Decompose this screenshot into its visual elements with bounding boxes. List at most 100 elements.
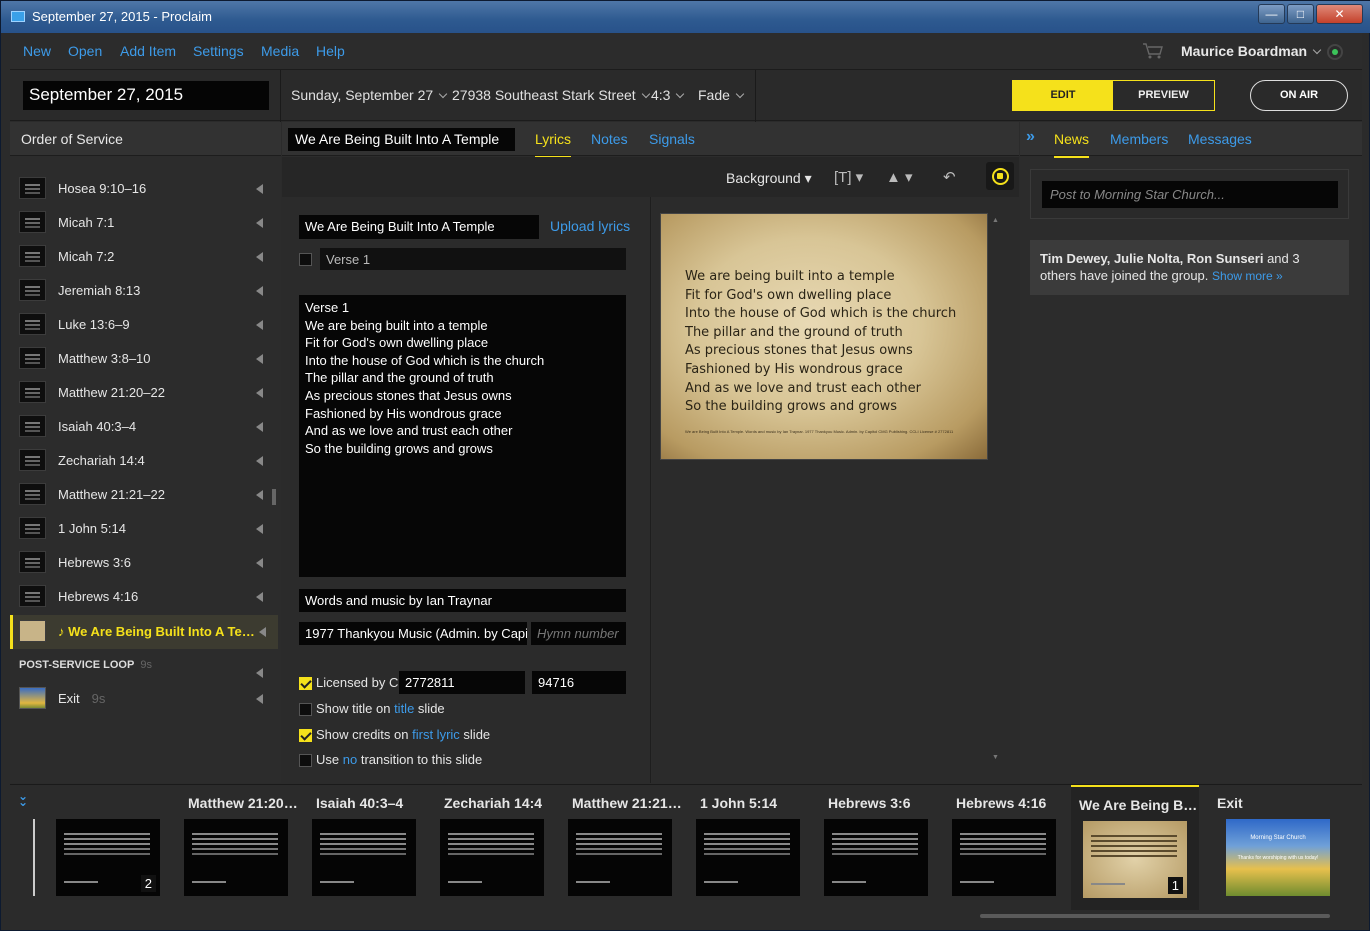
service-item[interactable]: Zechariah 14:4 bbox=[10, 444, 278, 478]
service-item[interactable]: Hebrews 4:16 bbox=[10, 580, 278, 614]
service-item[interactable]: Isaiah 40:3–4 bbox=[10, 410, 278, 444]
transition-dropdown[interactable]: Fade bbox=[698, 87, 745, 103]
post-input[interactable]: Post to Morning Star Church... bbox=[1042, 181, 1338, 208]
menu-settings[interactable]: Settings bbox=[193, 43, 244, 59]
service-item[interactable]: Micah 7:2 bbox=[10, 240, 278, 274]
title-slide-link[interactable]: title bbox=[394, 701, 414, 716]
scroll-down-icon[interactable]: ▼ bbox=[992, 754, 999, 761]
menu-new[interactable]: New bbox=[23, 43, 51, 59]
service-item[interactable]: Matthew 3:8–10 bbox=[10, 342, 278, 376]
strip-slide[interactable]: 1 John 5:14 bbox=[692, 785, 820, 910]
service-item[interactable]: Luke 13:6–9 bbox=[10, 308, 278, 342]
strip-slide[interactable]: Hebrews 4:16 bbox=[948, 785, 1076, 910]
no-transition-checkbox[interactable] bbox=[299, 754, 312, 767]
licensed-checkbox[interactable] bbox=[299, 677, 312, 690]
menu-open[interactable]: Open bbox=[68, 43, 102, 59]
go-live-icon[interactable] bbox=[256, 456, 263, 466]
strip-slide[interactable]: Matthew 21:20… bbox=[180, 785, 308, 910]
tab-signals[interactable]: Signals bbox=[649, 131, 695, 147]
song-number-input[interactable]: 94716 bbox=[532, 671, 626, 694]
go-live-icon[interactable] bbox=[256, 558, 263, 568]
mode-switch: EDIT PREVIEW bbox=[1012, 80, 1215, 111]
user-menu[interactable]: Maurice Boardman bbox=[1181, 43, 1322, 59]
license-number-input[interactable]: 2772811 bbox=[399, 671, 525, 694]
section-checkbox[interactable] bbox=[299, 253, 312, 266]
strip-slide[interactable]: Isaiah 40:3–4 bbox=[308, 785, 436, 910]
copyright-input[interactable]: 1977 Thankyou Music (Admin. by Capi bbox=[299, 622, 527, 645]
upload-lyrics-link[interactable]: Upload lyrics bbox=[550, 218, 630, 234]
item-title-input[interactable]: We Are Being Built Into A Temple bbox=[288, 128, 515, 151]
service-item[interactable]: Matthew 21:21–22 bbox=[10, 478, 278, 512]
refresh-icon[interactable] bbox=[986, 162, 1014, 190]
service-item-active[interactable]: ♪ We Are Being Built Into A Te… bbox=[10, 615, 278, 649]
song-title-input[interactable]: We Are Being Built Into A Temple bbox=[299, 215, 539, 239]
go-live-icon[interactable] bbox=[256, 490, 263, 500]
service-item[interactable]: Jeremiah 8:13 bbox=[10, 274, 278, 308]
text-box-icon[interactable]: [T] ▾ bbox=[834, 168, 863, 186]
service-item-exit[interactable]: Exit 9s bbox=[10, 682, 278, 716]
strip-slide[interactable]: Zechariah 14:4 bbox=[436, 785, 564, 910]
tab-lyrics[interactable]: Lyrics bbox=[535, 131, 572, 158]
service-item[interactable]: 1 John 5:14 bbox=[10, 512, 278, 546]
close-button[interactable]: ✕ bbox=[1316, 4, 1363, 24]
location-dropdown[interactable]: 27938 Southeast Stark Street bbox=[452, 87, 650, 103]
menu-add-item[interactable]: Add Item bbox=[120, 43, 176, 59]
menu-help[interactable]: Help bbox=[316, 43, 345, 59]
go-live-icon[interactable] bbox=[256, 252, 263, 262]
preview-mode-button[interactable]: PREVIEW bbox=[1113, 81, 1214, 110]
go-live-icon[interactable] bbox=[256, 422, 263, 432]
tab-news[interactable]: News bbox=[1054, 131, 1090, 158]
strip-slide[interactable]: Exit Morning Star Church Thanks for worshi… bbox=[1209, 785, 1337, 910]
scroll-up-icon[interactable]: ▲ bbox=[992, 217, 999, 224]
go-live-icon[interactable] bbox=[256, 354, 263, 364]
slide-preview[interactable]: We are being built into a temple Fit for … bbox=[660, 213, 988, 460]
transition-link[interactable]: no bbox=[343, 752, 357, 767]
cart-icon[interactable] bbox=[1142, 42, 1164, 60]
service-item[interactable]: Hosea 9:10–16 bbox=[10, 172, 278, 206]
go-live-icon[interactable] bbox=[256, 218, 263, 228]
on-air-button[interactable]: ON AIR bbox=[1250, 80, 1348, 111]
go-live-icon[interactable] bbox=[256, 668, 263, 678]
background-dropdown[interactable]: Background ▾ bbox=[726, 170, 812, 187]
go-live-icon[interactable] bbox=[256, 320, 263, 330]
words-music-input[interactable]: Words and music by Ian Traynar bbox=[299, 589, 626, 612]
go-live-icon[interactable] bbox=[256, 592, 263, 602]
strip-scrollbar[interactable] bbox=[980, 914, 1330, 918]
go-live-icon[interactable] bbox=[256, 694, 263, 704]
service-title-input[interactable]: September 27, 2015 bbox=[23, 81, 269, 110]
show-credits-checkbox[interactable] bbox=[299, 729, 312, 742]
strip-slide[interactable]: Matthew 21:21… bbox=[564, 785, 692, 910]
service-item[interactable]: Hebrews 3:6 bbox=[10, 546, 278, 580]
lyrics-textarea[interactable]: Verse 1 We are being built into a temple F… bbox=[299, 295, 626, 577]
edit-mode-button[interactable]: EDIT bbox=[1013, 81, 1113, 110]
minimize-button[interactable]: — bbox=[1258, 4, 1285, 24]
sidebar-scrollbar[interactable] bbox=[272, 489, 276, 505]
go-live-icon[interactable] bbox=[259, 627, 266, 637]
news-card: Tim Dewey, Julie Nolta, Ron Sunseri and … bbox=[1030, 240, 1349, 295]
go-live-icon[interactable] bbox=[256, 184, 263, 194]
undo-icon[interactable]: ↶ bbox=[943, 168, 956, 186]
tab-messages[interactable]: Messages bbox=[1188, 131, 1252, 147]
menu-media[interactable]: Media bbox=[261, 43, 299, 59]
show-more-link[interactable]: Show more » bbox=[1212, 269, 1283, 283]
collapse-strip-icon[interactable]: ⌄ ⌄ bbox=[18, 790, 28, 808]
hymn-number-input[interactable]: Hymn number bbox=[531, 622, 626, 645]
go-live-icon[interactable] bbox=[256, 388, 263, 398]
tab-members[interactable]: Members bbox=[1110, 131, 1168, 147]
strip-slide[interactable]: 2 bbox=[52, 785, 180, 910]
aspect-dropdown[interactable]: 4:3 bbox=[651, 87, 685, 103]
show-title-checkbox[interactable] bbox=[299, 703, 312, 716]
section-name-input[interactable]: Verse 1 bbox=[320, 248, 626, 270]
first-lyric-link[interactable]: first lyric bbox=[412, 727, 460, 742]
go-live-icon[interactable] bbox=[256, 524, 263, 534]
image-icon[interactable]: ▲ ▾ bbox=[886, 168, 913, 186]
go-live-icon[interactable] bbox=[256, 286, 263, 296]
service-item[interactable]: Matthew 21:20–22 bbox=[10, 376, 278, 410]
service-day-dropdown[interactable]: Sunday, September 27 bbox=[291, 87, 448, 103]
maximize-button[interactable]: □ bbox=[1287, 4, 1314, 24]
tab-notes[interactable]: Notes bbox=[591, 131, 628, 147]
strip-slide[interactable]: Hebrews 3:6 bbox=[820, 785, 948, 910]
strip-slide[interactable]: We Are Being B… 1 bbox=[1071, 785, 1199, 910]
service-item[interactable]: Micah 7:1 bbox=[10, 206, 278, 240]
collapse-panel-icon[interactable]: » bbox=[1026, 128, 1035, 146]
